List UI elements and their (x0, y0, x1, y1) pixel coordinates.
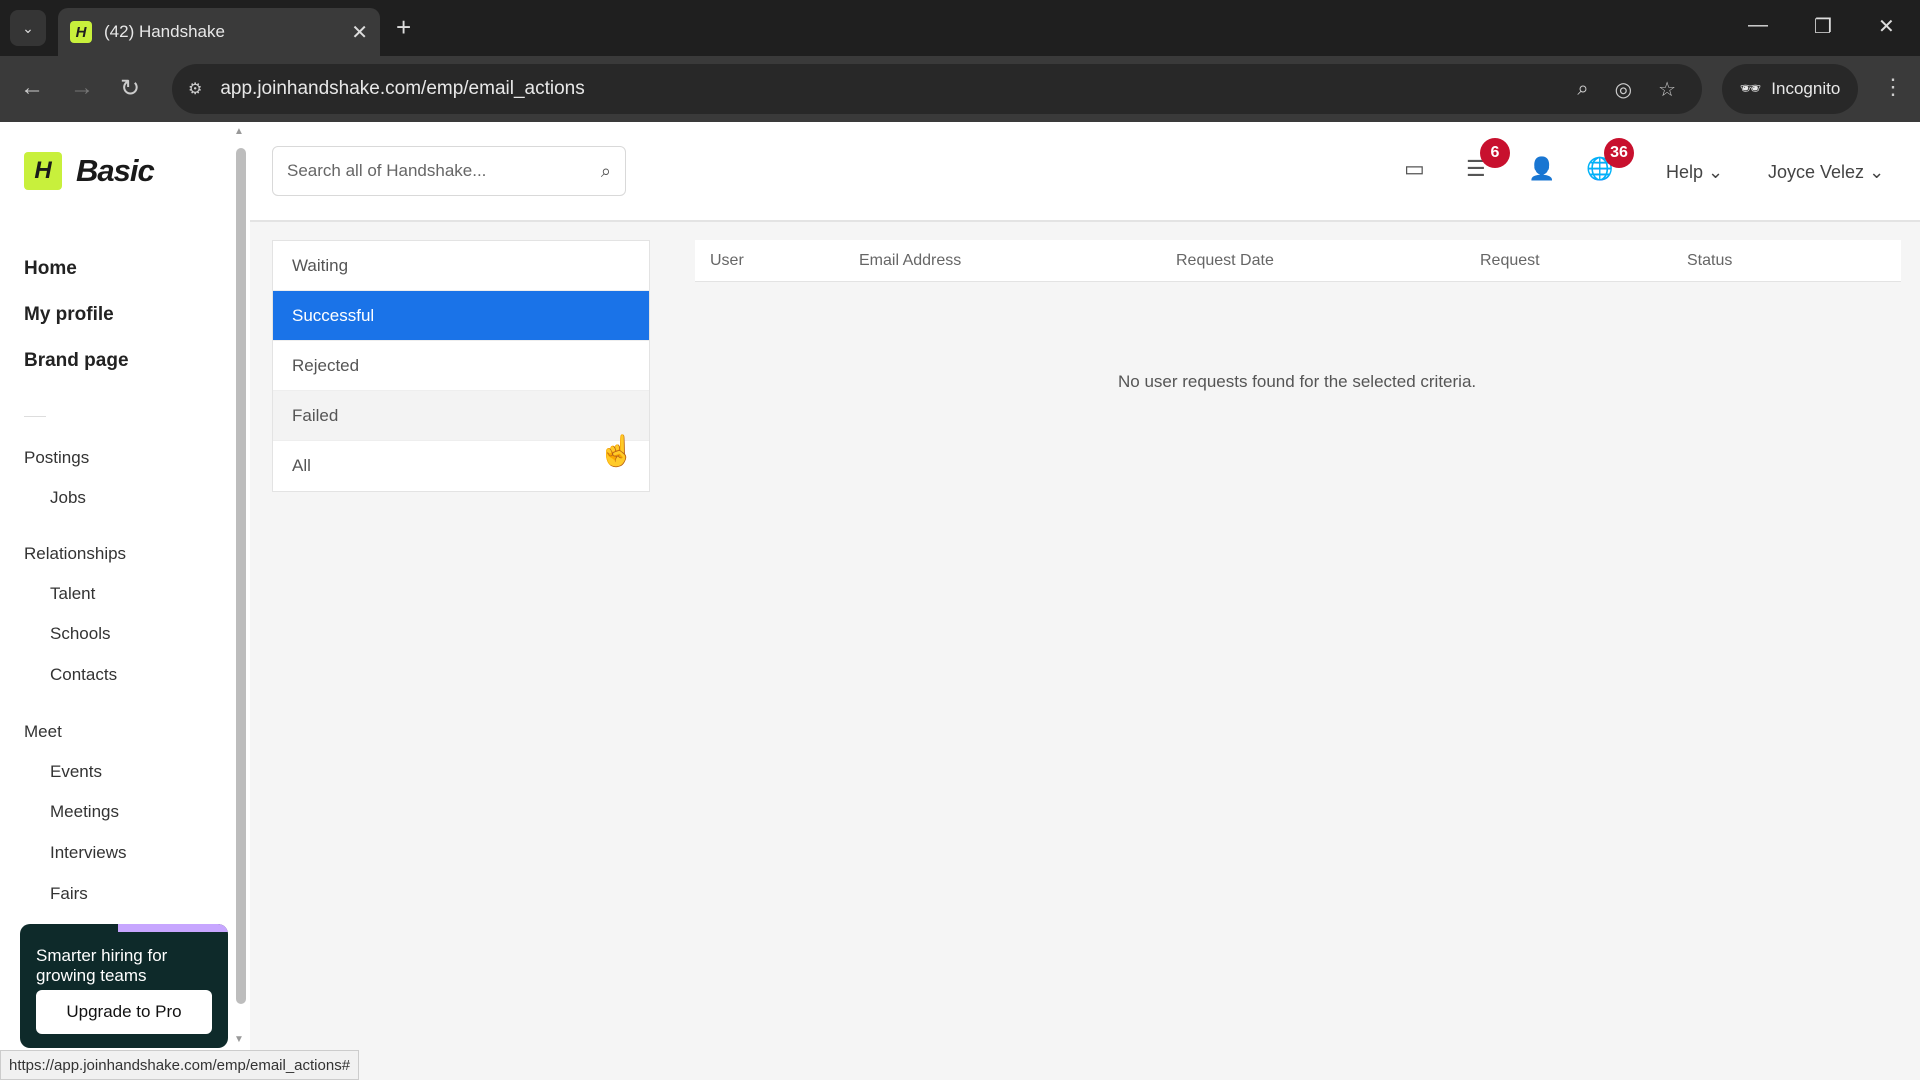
sidebar-item-events[interactable]: Events (50, 762, 102, 782)
sidebar-item-fairs[interactable]: Fairs (50, 884, 88, 904)
incognito-icon: 🕶 (1739, 79, 1762, 98)
plan-name: Basic (76, 153, 155, 188)
bookmark-star-icon[interactable]: ☆ (1658, 77, 1676, 102)
empty-state-message: No user requests found for the selected … (1118, 372, 1477, 391)
forward-icon[interactable]: → (70, 74, 94, 102)
sidebar-section-relationships[interactable]: Relationships (24, 544, 126, 564)
user-name: Joyce Velez (1768, 162, 1865, 182)
calendar-icon[interactable]: ▭ (1404, 156, 1425, 182)
chevron-down-icon: ⌄ (1708, 162, 1724, 182)
filter-successful[interactable]: Successful (273, 291, 649, 341)
browser-tab-bar: ⌄ H (42) Handshake ✕ + — ❐ ✕ (0, 0, 1920, 56)
browser-tab[interactable]: H (42) Handshake ✕ (58, 8, 380, 56)
tab-title: (42) Handshake (104, 22, 225, 41)
incognito-label: Incognito (1771, 79, 1841, 98)
close-window-icon[interactable]: ✕ (1878, 14, 1895, 39)
handshake-logo-icon: H (24, 152, 62, 190)
search-box[interactable]: ⌕ (272, 146, 626, 196)
column-email-address[interactable]: Email Address (859, 252, 961, 270)
column-status[interactable]: Status (1687, 252, 1732, 270)
new-tab-icon[interactable]: + (396, 12, 411, 43)
help-menu[interactable]: Help ⌄ (1666, 162, 1723, 183)
eye-off-icon[interactable]: ◎ (1615, 77, 1632, 102)
chevron-down-icon: ⌄ (1869, 162, 1885, 182)
browser-toolbar: ← → ↻ ⚙ app.joinhandshake.com/emp/email_… (0, 56, 1920, 122)
tab-list-button[interactable]: ⌄ (10, 10, 46, 46)
upgrade-to-pro-button[interactable]: Upgrade to Pro (36, 990, 212, 1034)
scroll-up-arrow-icon[interactable]: ▲ (234, 126, 244, 137)
help-label: Help (1666, 162, 1704, 182)
promo-text: Smarter hiring for growing teams (36, 946, 168, 985)
sidebar-section-postings[interactable]: Postings (24, 448, 89, 468)
scroll-down-arrow-icon[interactable]: ▼ (234, 1034, 244, 1045)
reload-icon[interactable]: ↻ (120, 74, 140, 103)
sidebar-item-contacts[interactable]: Contacts (50, 665, 117, 685)
column-request-date[interactable]: Request Date (1176, 252, 1274, 270)
column-request[interactable]: Request (1480, 252, 1540, 270)
browser-menu-icon[interactable]: ⋮ (1882, 74, 1904, 100)
filter-waiting[interactable]: Waiting (273, 241, 649, 291)
sidebar-item-talent[interactable]: Talent (50, 584, 95, 604)
url-text[interactable]: app.joinhandshake.com/emp/email_actions (220, 78, 1577, 100)
zoom-icon[interactable]: ⌕ (1577, 78, 1588, 101)
status-bar-url: https://app.joinhandshake.com/emp/email_… (0, 1050, 360, 1080)
minimize-icon[interactable]: — (1748, 14, 1768, 37)
sidebar-item-meetings[interactable]: Meetings (50, 802, 119, 822)
sidebar-section-meet[interactable]: Meet (24, 722, 62, 742)
incognito-indicator[interactable]: 🕶 Incognito (1722, 64, 1858, 114)
promo-accent-stripe (118, 924, 228, 932)
filter-all[interactable]: All (273, 441, 649, 491)
filter-failed[interactable]: Failed (273, 391, 649, 441)
sidebar-item-interviews[interactable]: Interviews (50, 843, 127, 863)
status-filter-list: Waiting Successful Rejected Failed All (272, 240, 650, 492)
sidebar-item-schools[interactable]: Schools (50, 624, 110, 644)
sidebar-item-brand-page[interactable]: Brand page (24, 350, 129, 372)
address-bar[interactable]: ⚙ app.joinhandshake.com/emp/email_action… (172, 64, 1702, 114)
back-icon[interactable]: ← (20, 74, 44, 102)
close-tab-icon[interactable]: ✕ (351, 20, 368, 45)
hand-cursor-icon: ☝ (598, 435, 636, 468)
requests-table-header: User Email Address Request Date Request … (695, 240, 1901, 282)
sidebar-divider (24, 416, 46, 417)
search-icon[interactable]: ⌕ (601, 161, 611, 182)
handshake-favicon-icon: H (70, 21, 92, 43)
notifications-badge: 36 (1604, 138, 1634, 168)
column-user[interactable]: User (710, 252, 744, 270)
restore-icon[interactable]: ❐ (1814, 14, 1832, 39)
sidebar-scroll-thumb[interactable] (236, 148, 246, 1004)
site-info-icon[interactable]: ⚙ (188, 79, 202, 99)
top-header: ⌕ ▭ ☰ 6 👤 🌐 36 Help ⌄ Joyce Velez ⌄ (250, 122, 1920, 222)
sidebar-item-my-profile[interactable]: My profile (24, 304, 114, 326)
filter-rejected[interactable]: Rejected (273, 341, 649, 391)
messages-badge: 6 (1480, 138, 1510, 168)
user-menu[interactable]: Joyce Velez ⌄ (1768, 162, 1884, 183)
search-input[interactable] (287, 161, 601, 181)
user-icon[interactable]: 👤 (1528, 156, 1555, 182)
sidebar-item-jobs[interactable]: Jobs (50, 488, 86, 508)
sidebar-item-home[interactable]: Home (24, 258, 77, 280)
upgrade-promo-card: Smarter hiring for growing teams Upgrade… (20, 924, 228, 1048)
brand-logo[interactable]: H Basic (24, 152, 155, 190)
